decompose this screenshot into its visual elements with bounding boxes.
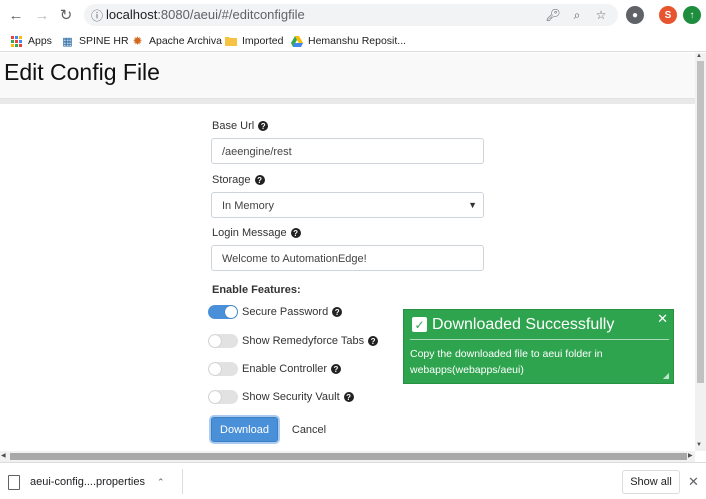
scroll-right-icon[interactable]: ▶ xyxy=(688,452,693,459)
bookmark-imported[interactable]: Imported xyxy=(224,33,283,49)
scroll-down-icon[interactable]: ▼ xyxy=(696,442,702,448)
show-all-button[interactable]: Show all xyxy=(622,470,680,494)
update-icon[interactable]: ↑ xyxy=(683,6,701,24)
bookmark-label: Imported xyxy=(242,35,284,47)
url-path: :8080/aeui/#/editconfigfile xyxy=(157,7,305,22)
page-header: Edit Config File xyxy=(0,53,695,99)
scroll-up-icon[interactable]: ▲ xyxy=(696,53,702,59)
feature-remedyforce-tabs: Show Remedyforce Tabs ? xyxy=(208,334,379,348)
storage-label: Storage ? xyxy=(212,174,265,186)
feature-enable-controller: Enable Controller ? xyxy=(208,362,341,376)
scroll-left-icon[interactable]: ◀ xyxy=(1,452,6,459)
features-heading: Enable Features: xyxy=(212,284,301,296)
profile-initial: S xyxy=(664,9,672,21)
enable-controller-toggle[interactable] xyxy=(208,362,238,376)
url-text[interactable]: localhost:8080/aeui/#/editconfigfile xyxy=(106,7,305,22)
login-message-label-text: Login Message xyxy=(212,227,287,239)
cancel-button[interactable]: Cancel xyxy=(287,417,331,442)
bookmark-apache-archiva[interactable]: ✹ Apache Archiva xyxy=(131,33,222,49)
help-icon[interactable]: ? xyxy=(254,175,265,185)
forward-icon[interactable]: → xyxy=(32,5,52,25)
close-icon[interactable]: ✕ xyxy=(688,474,699,490)
folder-icon xyxy=(224,35,237,48)
toggle-knob xyxy=(209,335,221,347)
remedyforce-tabs-toggle[interactable] xyxy=(208,334,238,348)
bookmark-label: SPINE HR xyxy=(79,35,129,47)
reload-icon[interactable]: ↻ xyxy=(56,5,76,25)
profile-avatar[interactable]: S xyxy=(659,6,677,24)
apps-grid-icon xyxy=(10,35,23,48)
bookmarks-bar: Apps ▦ SPINE HR ✹ Apache Archiva Importe… xyxy=(0,30,706,52)
feature-label: Show Security Vault xyxy=(242,391,340,403)
spine-icon: ▦ xyxy=(62,35,73,48)
vertical-scroll-thumb[interactable] xyxy=(697,61,704,383)
storage-select[interactable]: In Memory ▼ xyxy=(211,192,484,218)
extension-icon[interactable]: ● xyxy=(626,6,644,24)
download-filename: aeui-config....properties xyxy=(30,476,145,488)
login-message-value: Welcome to AutomationEdge! xyxy=(222,253,367,265)
bookmark-label: Hemanshu Reposit... xyxy=(308,35,407,47)
feature-label: Show Remedyforce Tabs xyxy=(242,335,365,347)
drive-icon xyxy=(290,35,303,48)
help-icon[interactable]: ? xyxy=(258,121,269,131)
shelf-divider xyxy=(182,469,183,494)
help-icon[interactable]: ? xyxy=(331,364,341,374)
toast-message: Copy the downloaded file to aeui folder … xyxy=(410,348,603,376)
page-content: Edit Config File Base Url ? /aeengine/re… xyxy=(0,53,695,451)
feature-secure-password: Secure Password ? xyxy=(208,305,343,319)
base-url-input[interactable]: /aeengine/rest xyxy=(211,138,484,164)
star-icon[interactable]: ☆ xyxy=(592,6,610,24)
address-bar[interactable]: ⓘ localhost:8080/aeui/#/editconfigfile 🔑… xyxy=(84,4,618,26)
download-button[interactable]: Download xyxy=(211,417,278,442)
horizontal-scroll-thumb[interactable] xyxy=(10,453,687,460)
check-icon: ✓ xyxy=(412,317,427,332)
toast-title: Downloaded Successfully xyxy=(432,316,615,333)
bookmark-label: Apps xyxy=(28,35,52,47)
help-icon[interactable]: ? xyxy=(368,336,379,346)
storage-label-text: Storage xyxy=(212,174,251,186)
feature-label: Secure Password xyxy=(242,306,329,318)
file-icon xyxy=(8,474,20,490)
header-divider xyxy=(0,99,695,104)
toast-divider xyxy=(410,339,669,340)
info-icon[interactable]: ⓘ xyxy=(88,6,106,24)
back-icon[interactable]: ← xyxy=(6,5,26,25)
download-shelf: aeui-config....properties ⌃ Show all ✕ xyxy=(0,462,706,499)
dropdown-arrow-icon: ▼ xyxy=(468,200,477,210)
base-url-label-text: Base Url xyxy=(212,120,255,132)
secure-password-toggle[interactable] xyxy=(208,305,238,319)
chevron-up-icon[interactable]: ⌃ xyxy=(157,477,165,488)
key-icon[interactable]: 🔑︎ xyxy=(544,6,562,24)
storage-value: In Memory xyxy=(222,200,274,212)
page-title: Edit Config File xyxy=(4,59,160,85)
base-url-value: /aeengine/rest xyxy=(222,146,292,158)
bookmark-apps[interactable]: Apps xyxy=(10,33,52,49)
resize-grip-icon[interactable]: ◢ xyxy=(663,371,669,380)
horizontal-scrollbar[interactable]: ◀ ▶ xyxy=(0,451,695,462)
feature-security-vault: Show Security Vault ? xyxy=(208,390,354,404)
success-toast: ✓ Downloaded Successfully ✕ Copy the dow… xyxy=(403,309,674,384)
help-icon[interactable]: ? xyxy=(343,392,354,402)
toggle-knob xyxy=(225,306,237,318)
help-icon[interactable]: ? xyxy=(332,307,343,317)
url-host: localhost xyxy=(106,7,158,22)
browser-toolbar: ← → ↻ ⓘ localhost:8080/aeui/#/editconfig… xyxy=(0,0,706,30)
security-vault-toggle[interactable] xyxy=(208,390,238,404)
archiva-icon: ✹ xyxy=(132,34,143,48)
close-icon[interactable]: ✕ xyxy=(657,311,668,327)
toggle-knob xyxy=(209,391,221,403)
vertical-scrollbar[interactable]: ▲ ▼ xyxy=(695,53,706,451)
bookmark-hemanshu[interactable]: Hemanshu Reposit... xyxy=(290,33,406,49)
download-item[interactable]: aeui-config....properties ⌃ xyxy=(8,471,165,493)
bookmark-spine-hr[interactable]: ▦ SPINE HR xyxy=(61,33,129,49)
base-url-label: Base Url ? xyxy=(212,120,269,132)
help-icon[interactable]: ? xyxy=(290,228,301,238)
login-message-label: Login Message ? xyxy=(212,227,301,239)
bookmark-label: Apache Archiva xyxy=(149,35,222,47)
zoom-icon[interactable]: ⌕ xyxy=(568,6,586,24)
feature-label: Enable Controller xyxy=(242,363,327,375)
toggle-knob xyxy=(209,363,221,375)
login-message-input[interactable]: Welcome to AutomationEdge! xyxy=(211,245,484,271)
